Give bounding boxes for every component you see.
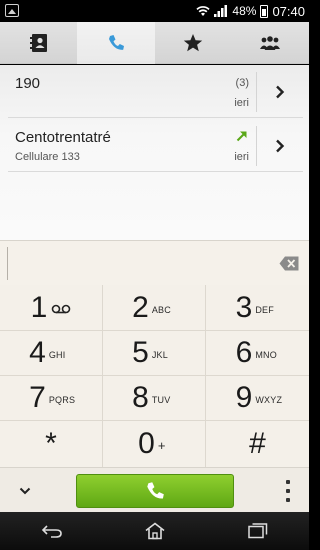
menu-dot — [286, 480, 290, 484]
key-8[interactable]: 8 TUV — [103, 375, 206, 420]
battery-percent: 48% — [232, 4, 257, 18]
key-digit: 1 — [30, 290, 48, 324]
key-5[interactable]: 5 JKL — [103, 330, 206, 375]
key-letters: DEF — [255, 304, 274, 315]
key-digit: # — [249, 427, 266, 460]
chevron-down-icon — [19, 487, 31, 495]
recent-apps-icon — [247, 523, 267, 539]
key-6[interactable]: 6 MNO — [206, 330, 309, 375]
key-2[interactable]: 2 ABC — [103, 285, 206, 330]
key-digit: 9 — [235, 381, 253, 414]
key-letters: WXYZ — [255, 395, 283, 405]
status-bar: 48% 07:40 — [0, 0, 309, 22]
tab-favorites[interactable] — [155, 22, 232, 63]
recent-apps-button[interactable] — [206, 512, 309, 550]
call-log-item: Centotrentatré Cellulare 133 ieri — [8, 120, 303, 172]
call-time: ieri — [234, 97, 249, 109]
call-details-button[interactable] — [257, 120, 303, 172]
call-count: (3) — [235, 77, 249, 89]
key-3[interactable]: 3 DEF — [206, 285, 309, 330]
contacts-book-icon — [29, 33, 47, 52]
key-7[interactable]: 7 PQRS — [0, 375, 103, 420]
back-icon — [41, 525, 62, 538]
key-letters: MNO — [255, 350, 277, 360]
picture-icon — [5, 4, 19, 17]
key-hash[interactable]: # — [206, 420, 309, 467]
caller-name: 190 — [15, 75, 41, 92]
overflow-menu-button[interactable] — [283, 480, 293, 502]
chevron-right-icon — [276, 139, 285, 153]
menu-dot — [286, 498, 290, 502]
home-button[interactable] — [103, 512, 206, 550]
signal-icon — [214, 5, 228, 17]
battery-icon — [260, 4, 269, 18]
key-letters: JKL — [151, 350, 168, 360]
caller-name: Centotrentatré — [15, 129, 111, 146]
groups-icon — [260, 35, 281, 50]
key-star[interactable]: * — [0, 420, 103, 467]
key-4[interactable]: 4 GHI — [0, 330, 103, 375]
wifi-icon — [196, 6, 211, 16]
key-digit: * — [45, 427, 57, 460]
star-icon — [183, 33, 203, 51]
status-time: 07:40 — [272, 3, 305, 19]
navigation-bar — [0, 512, 309, 550]
phone-icon — [108, 34, 124, 50]
caller-number-label: Cellulare 133 — [15, 151, 80, 163]
tab-phone[interactable] — [77, 22, 155, 64]
dial-number-field[interactable] — [0, 240, 309, 285]
call-log-item: 190 (3) ieri — [8, 66, 303, 118]
key-digit: 2 — [132, 290, 149, 324]
call-log-list: 190 (3) ieri Centotrentatré Cellulare 13… — [0, 65, 309, 240]
menu-dot — [286, 489, 290, 493]
key-digit: 5 — [132, 336, 149, 369]
key-digit: 0 — [138, 427, 155, 460]
outgoing-call-arrow-icon — [236, 131, 247, 142]
key-letters: TUV — [151, 395, 171, 405]
voicemail-icon — [52, 304, 71, 313]
key-digit: 7 — [29, 381, 46, 414]
key-letters: ABC — [151, 304, 171, 315]
call-button[interactable] — [76, 474, 234, 508]
back-button[interactable] — [0, 512, 103, 550]
call-time: ieri — [234, 151, 249, 163]
key-digit: 4 — [29, 336, 46, 369]
key-letters: + — [157, 437, 166, 453]
tab-contacts[interactable] — [0, 22, 77, 63]
phone-icon — [147, 482, 164, 499]
key-letters: PQRS — [48, 395, 76, 405]
key-digit: 3 — [235, 290, 253, 324]
tab-bar — [0, 22, 309, 64]
key-digit: 8 — [132, 381, 149, 414]
backspace-button[interactable] — [279, 256, 299, 271]
call-log-entry[interactable]: Centotrentatré Cellulare 133 ieri — [8, 120, 255, 172]
call-log-entry[interactable]: 190 (3) ieri — [8, 66, 255, 118]
hide-keypad-button[interactable] — [10, 480, 40, 502]
key-9[interactable]: 9 WXYZ — [206, 375, 309, 420]
dial-keypad: 1 2 ABC 3 DEF 4 GHI 5 JKL 6 MNO 7 PQRS 8… — [0, 285, 309, 467]
tab-groups[interactable] — [232, 22, 309, 63]
chevron-right-icon — [276, 85, 285, 99]
home-icon — [145, 522, 164, 540]
key-digit: 6 — [235, 336, 253, 369]
call-details-button[interactable] — [257, 66, 303, 118]
key-letters: GHI — [48, 350, 66, 360]
key-0[interactable]: 0 + — [103, 420, 206, 467]
dialer-action-bar — [0, 467, 309, 512]
text-cursor — [7, 247, 8, 280]
key-1[interactable]: 1 — [0, 285, 103, 330]
